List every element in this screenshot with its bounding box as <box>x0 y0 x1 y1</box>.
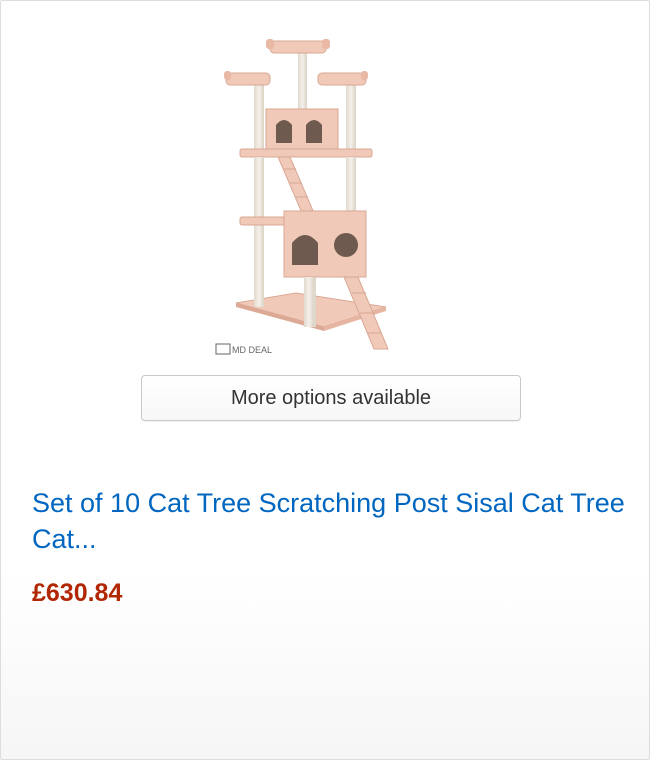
product-card: MD DEAL More options available Set of 10… <box>0 0 650 760</box>
product-price: £630.84 <box>32 579 123 607</box>
watermark-logo: MD DEAL <box>232 345 272 355</box>
cat-tree-product-image[interactable]: MD DEAL <box>206 31 406 361</box>
more-options-button[interactable]: More options available <box>141 375 521 421</box>
product-title-link[interactable]: Set of 10 Cat Tree Scratching Post Sisal… <box>32 485 632 557</box>
more-options-label: More options available <box>230 386 432 409</box>
